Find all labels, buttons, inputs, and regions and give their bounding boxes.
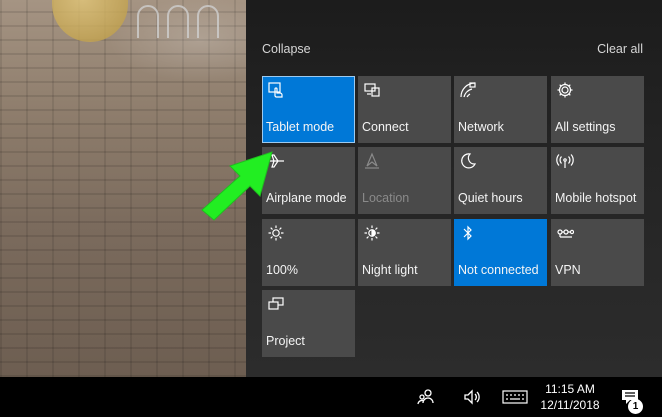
tile-night-light[interactable]: Night light <box>358 219 451 286</box>
connect-icon <box>363 81 381 99</box>
clear-all-link[interactable]: Clear all <box>597 42 643 56</box>
tablet-mode-icon <box>267 81 285 99</box>
location-icon <box>363 152 381 170</box>
action-center-panel: Collapse Clear all Tablet mode Connect N… <box>246 0 662 377</box>
clock-date: 12/11/2018 <box>540 398 600 412</box>
tile-location[interactable]: Location <box>358 147 451 214</box>
notification-count-badge: 1 <box>628 399 643 414</box>
vpn-icon <box>556 224 574 242</box>
taskbar-clock[interactable]: 11:15 AM 12/11/2018 <box>530 381 610 413</box>
tile-label: Not connected <box>458 263 539 277</box>
moon-icon <box>459 152 477 170</box>
tile-label: Tablet mode <box>266 120 335 134</box>
tile-label: Network <box>458 120 504 134</box>
taskbar: 11:15 AM 12/11/2018 1 <box>0 377 662 417</box>
tile-connect[interactable]: Connect <box>358 76 451 143</box>
tile-label: Quiet hours <box>458 191 523 205</box>
tile-label: Project <box>266 334 305 348</box>
tile-tablet-mode[interactable]: Tablet mode <box>262 76 355 143</box>
project-icon <box>267 295 285 313</box>
gear-icon <box>556 81 574 99</box>
tile-vpn[interactable]: VPN <box>551 219 644 286</box>
tile-network[interactable]: Network <box>454 76 547 143</box>
tile-label: Mobile hotspot <box>555 191 637 205</box>
tile-label: Night light <box>362 263 418 277</box>
tile-brightness[interactable]: 100% <box>262 219 355 286</box>
people-icon[interactable] <box>416 387 436 407</box>
tile-mobile-hotspot[interactable]: Mobile hotspot <box>551 147 644 214</box>
hotspot-icon <box>556 152 574 170</box>
clock-time: 11:15 AM <box>545 382 595 396</box>
tile-label: All settings <box>555 120 616 134</box>
green-arrow-annotation <box>201 151 273 221</box>
network-icon <box>459 81 477 99</box>
bluetooth-icon <box>459 224 477 242</box>
tile-label: Location <box>362 191 410 205</box>
touch-keyboard-icon[interactable] <box>502 387 528 407</box>
tile-project[interactable]: Project <box>262 290 355 357</box>
tile-all-settings[interactable]: All settings <box>551 76 644 143</box>
wallpaper-bike-racks <box>137 5 219 38</box>
night-light-icon <box>363 224 381 242</box>
tile-bluetooth[interactable]: Not connected <box>454 219 547 286</box>
tile-quiet-hours[interactable]: Quiet hours <box>454 147 547 214</box>
tile-label: 100% <box>266 263 298 277</box>
tile-label: VPN <box>555 263 581 277</box>
wallpaper-planter <box>52 0 128 42</box>
collapse-link[interactable]: Collapse <box>262 42 311 56</box>
tile-label: Connect <box>362 120 409 134</box>
volume-icon[interactable] <box>462 387 482 407</box>
